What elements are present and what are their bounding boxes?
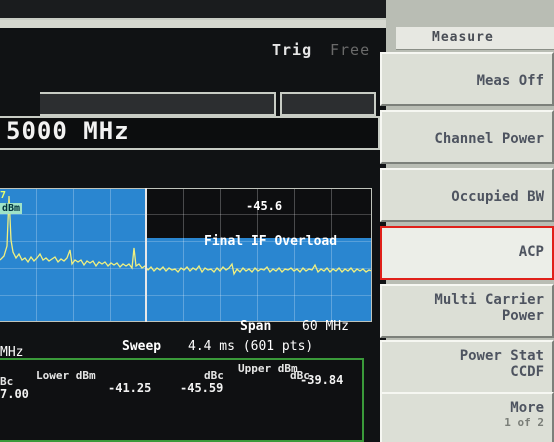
trig-label: Trig xyxy=(272,41,313,59)
analyzer-screen: Trig Free 5000 MHz 7 dBm -45.6 Final IF … xyxy=(0,0,554,442)
frame-line xyxy=(0,18,386,20)
channel-divider xyxy=(145,188,147,322)
softkey-channel-power[interactable]: Channel Power xyxy=(380,110,554,164)
marker-unit: dBm xyxy=(0,203,23,214)
softkey-occupied-bw[interactable]: Occupied BW xyxy=(380,168,554,222)
results-upper-dbm: -39.84 xyxy=(300,373,344,387)
softkey-label: Channel Power xyxy=(434,131,544,147)
softkey-label-line1: Power Stat xyxy=(459,348,544,364)
sweep-value: 4.4 ms (601 pts) xyxy=(188,339,314,354)
results-ref-value: 7.00 xyxy=(0,387,29,401)
sweep-label: Sweep xyxy=(122,339,162,354)
softkey-label-line2: 1 of 2 xyxy=(504,416,544,429)
softkey-label: Occupied BW xyxy=(451,189,544,205)
trig-value: Free xyxy=(330,41,371,59)
graph-frame xyxy=(0,188,372,322)
menu-title-bar: Measure xyxy=(396,27,554,50)
softkey-label: Meas Off xyxy=(476,73,544,89)
center-freq-value: 5000 MHz xyxy=(6,117,130,145)
span-value: 60 MHz xyxy=(302,319,349,334)
trigger-status-box-2 xyxy=(280,92,376,116)
softkey-label-line1: Multi Carrier xyxy=(434,292,544,308)
results-lower-dbm: -41.25 xyxy=(108,381,152,395)
softkey-label: ACP xyxy=(518,244,544,260)
softkey-power-stat-ccdf[interactable]: Power Stat CCDF xyxy=(380,340,554,394)
results-upper-header: Upper dBm xyxy=(238,362,298,375)
overload-message: Final IF Overload xyxy=(204,234,338,249)
trigger-status-box-1 xyxy=(40,92,276,116)
softkey-acp[interactable]: ACP xyxy=(380,226,554,280)
marker-value: 7 xyxy=(0,190,7,201)
top-bar xyxy=(0,0,386,20)
results-upper-dbc: -45.59 xyxy=(180,381,224,395)
softkey-label-line2: Power xyxy=(501,308,544,324)
softkey-multi-carrier-power[interactable]: Multi Carrier Power xyxy=(380,284,554,338)
span-label: Span xyxy=(240,319,272,334)
softkey-label-line1: More xyxy=(510,400,544,416)
menu-title: Measure xyxy=(432,30,494,45)
softkey-more[interactable]: More 1 of 2 xyxy=(380,392,554,442)
limit-value: -45.6 xyxy=(246,199,283,213)
results-lower-header: Lower dBm xyxy=(36,369,96,382)
softkey-label-line2: CCDF xyxy=(510,364,544,380)
softkey-meas-off[interactable]: Meas Off xyxy=(380,52,554,106)
